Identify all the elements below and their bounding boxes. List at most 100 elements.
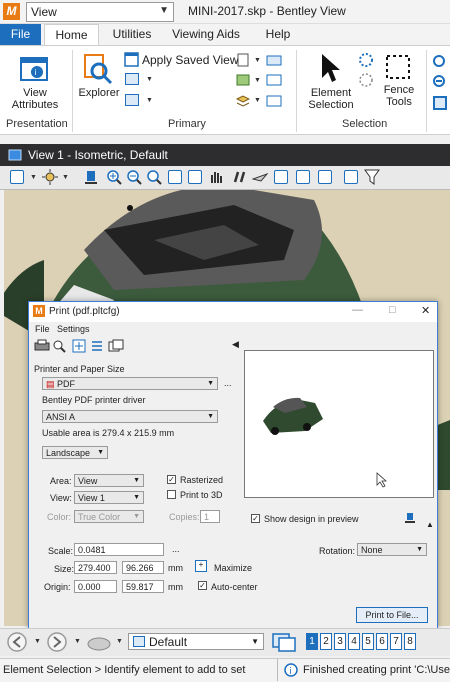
scale-input[interactable]: 0.0481: [74, 543, 164, 556]
window-area-icon[interactable]: [146, 169, 162, 185]
tab-viewing-aids[interactable]: Viewing Aids: [168, 24, 244, 46]
fence-tools-button[interactable]: Fence Tools: [378, 84, 420, 108]
element-selection-button[interactable]: Element Selection: [305, 87, 357, 111]
zoom-icon[interactable]: [432, 54, 448, 70]
fly-icon[interactable]: [252, 169, 268, 185]
network-icon[interactable]: [266, 94, 282, 108]
print-to-3d-checkbox[interactable]: [167, 490, 176, 499]
explorer-button[interactable]: Explorer: [76, 87, 122, 99]
printer-browse-button[interactable]: ...: [224, 378, 232, 388]
view-button-5[interactable]: 5: [362, 633, 374, 650]
list-icon[interactable]: [90, 339, 104, 353]
copy-view-icon[interactable]: [318, 170, 332, 184]
view-attributes-button[interactable]: View Attributes: [6, 87, 64, 111]
rasterized-checkbox[interactable]: ✓: [167, 475, 176, 484]
scale-browse-button[interactable]: ...: [172, 544, 180, 554]
links-icon[interactable]: [266, 53, 282, 67]
print-icon[interactable]: [34, 339, 50, 353]
rotation-select[interactable]: None ▼: [357, 543, 427, 556]
view-select[interactable]: View 1 ▼: [74, 491, 144, 504]
chevron-down-icon[interactable]: ▼: [146, 97, 153, 104]
chevron-down-icon[interactable]: ▼: [254, 97, 261, 104]
expand-arrow-icon[interactable]: ▲: [426, 520, 434, 529]
saved-view-list-icon[interactable]: [125, 94, 139, 106]
references-icon[interactable]: [266, 73, 282, 87]
model-geometry-icon[interactable]: [86, 632, 112, 652]
view-button-2[interactable]: 2: [320, 633, 332, 650]
view-attributes-toolbar-icon[interactable]: [10, 170, 24, 184]
maximize-button[interactable]: □: [389, 304, 396, 316]
back-arrow-icon[interactable]: [6, 631, 28, 653]
view-button-8[interactable]: 8: [404, 633, 416, 650]
tab-file[interactable]: File: [0, 24, 41, 46]
view-groups-icon[interactable]: [272, 630, 298, 652]
info-icon[interactable]: i: [284, 662, 298, 678]
tab-home[interactable]: Home: [44, 24, 99, 46]
chevron-down-icon[interactable]: ▼: [116, 638, 123, 645]
view-button-1[interactable]: 1: [306, 633, 318, 650]
print-preview[interactable]: [244, 350, 434, 498]
apply-saved-view-button[interactable]: Apply Saved View: [142, 53, 239, 67]
menu-settings[interactable]: Settings: [57, 324, 90, 334]
chevron-down-icon[interactable]: ▼: [146, 76, 153, 83]
view-filter-icon[interactable]: [364, 168, 380, 186]
walk-icon[interactable]: [232, 169, 248, 185]
auto-center-checkbox[interactable]: ✓: [198, 581, 207, 590]
color-select[interactable]: True Color ▼: [74, 510, 144, 523]
chevron-down-icon[interactable]: ▼: [254, 77, 261, 84]
view-selector-dropdown[interactable]: View ▼: [26, 2, 174, 22]
zoom-in-icon[interactable]: [106, 169, 122, 185]
model-select[interactable]: Default ▼: [128, 633, 264, 650]
view-layout-icon[interactable]: [344, 170, 358, 184]
preview-icon[interactable]: [52, 339, 66, 353]
print-to-file-button[interactable]: Print to File...: [356, 607, 428, 623]
deselect-icon[interactable]: [358, 72, 374, 88]
select-all-icon[interactable]: [358, 52, 374, 68]
printer-select[interactable]: ▤ PDF ▼: [42, 377, 218, 390]
layers-icon[interactable]: [236, 94, 250, 108]
collapse-arrow-icon[interactable]: ◀: [232, 339, 239, 350]
view-button-6[interactable]: 6: [376, 633, 388, 650]
view-previous-icon[interactable]: [274, 170, 288, 184]
minimize-button[interactable]: —: [352, 304, 363, 316]
menu-file[interactable]: File: [35, 324, 50, 334]
maximize-icon[interactable]: +: [195, 560, 207, 572]
view-button-7[interactable]: 7: [390, 633, 402, 650]
chevron-down-icon[interactable]: ▼: [30, 174, 37, 181]
chevron-down-icon[interactable]: ▼: [34, 638, 41, 645]
update-view-icon[interactable]: [84, 169, 98, 185]
chevron-down-icon[interactable]: ▼: [62, 174, 69, 181]
view-button-4[interactable]: 4: [348, 633, 360, 650]
copies-input[interactable]: 1: [200, 510, 220, 523]
display-style-icon[interactable]: [42, 169, 58, 185]
print-preview-refresh-icon[interactable]: [404, 512, 416, 524]
tab-utilities[interactable]: Utilities: [104, 24, 160, 46]
origin-x-input[interactable]: 0.000: [74, 580, 117, 593]
document-icon[interactable]: [236, 53, 250, 67]
maximize-label[interactable]: Maximize: [214, 563, 252, 573]
pan-view-icon[interactable]: [208, 169, 224, 185]
view-next-icon[interactable]: [296, 170, 310, 184]
zoom-out-icon[interactable]: [432, 74, 448, 90]
size-width-input[interactable]: 279.400: [74, 561, 117, 574]
view-button-3[interactable]: 3: [334, 633, 346, 650]
models-icon[interactable]: [236, 73, 250, 87]
rotate-view-icon[interactable]: [188, 170, 202, 184]
zoom-out-icon[interactable]: [126, 169, 142, 185]
forward-arrow-icon[interactable]: [46, 631, 68, 653]
page-setup-icon[interactable]: [108, 339, 124, 353]
app-logo-icon[interactable]: M: [3, 3, 20, 20]
close-button[interactable]: ✕: [421, 304, 430, 317]
size-height-input[interactable]: 96.266: [122, 561, 164, 574]
chevron-down-icon[interactable]: ▼: [254, 57, 261, 64]
orientation-select[interactable]: Landscape ▼: [42, 446, 108, 459]
origin-y-input[interactable]: 59.817: [122, 580, 164, 593]
fit-view-icon[interactable]: [168, 170, 182, 184]
chevron-down-icon[interactable]: ▼: [74, 638, 81, 645]
paper-size-select[interactable]: ANSI A ▼: [42, 410, 218, 423]
fit-area-icon[interactable]: [72, 339, 86, 353]
show-design-checkbox[interactable]: ✓: [251, 514, 260, 523]
area-select[interactable]: View ▼: [74, 474, 144, 487]
fit-view-icon[interactable]: [432, 95, 448, 111]
saved-view-icon[interactable]: [125, 73, 139, 85]
